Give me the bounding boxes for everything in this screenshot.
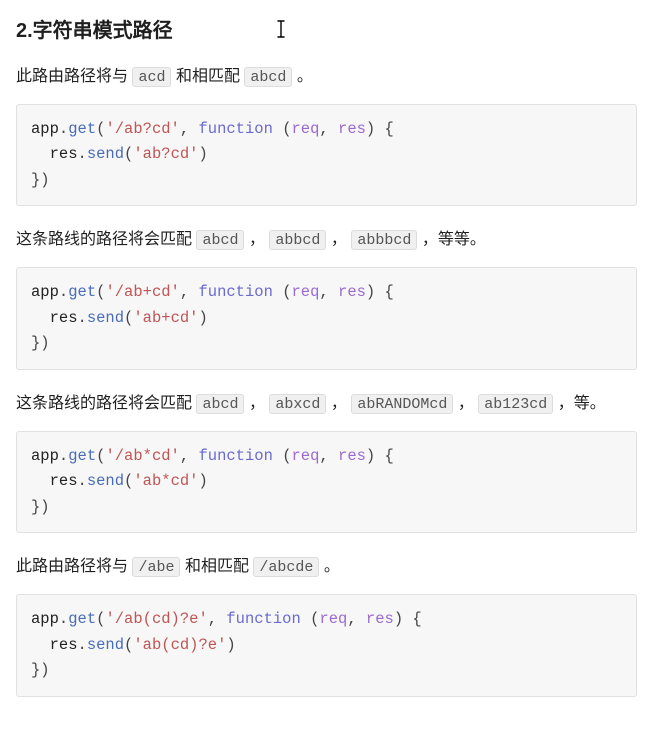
text: 此路由路径将与 bbox=[16, 558, 128, 575]
code-token: send bbox=[87, 309, 124, 327]
code-token: get bbox=[68, 610, 96, 628]
inline-code: abcd bbox=[244, 67, 292, 87]
text: ， bbox=[249, 395, 265, 412]
inline-code: abxcd bbox=[269, 394, 326, 414]
text: 这条路线的路径将会匹配 bbox=[16, 231, 192, 248]
code-token: res bbox=[338, 283, 366, 301]
text: ， bbox=[331, 395, 347, 412]
code-token: app bbox=[31, 283, 59, 301]
text: 和相匹配 bbox=[176, 68, 240, 85]
code-token: send bbox=[87, 636, 124, 654]
text: 。 bbox=[297, 68, 313, 85]
text: ，等等。 bbox=[422, 231, 486, 248]
code-block-ab-plus: app.get('/ab+cd', function (req, res) { … bbox=[16, 267, 637, 370]
code-token: send bbox=[87, 145, 124, 163]
code-token: function bbox=[198, 120, 272, 138]
text: 这条路线的路径将会匹配 bbox=[16, 395, 192, 412]
code-token: function bbox=[198, 447, 272, 465]
code-token: function bbox=[198, 283, 272, 301]
inline-code: /abcde bbox=[253, 557, 319, 577]
text: ， bbox=[458, 395, 474, 412]
code-token: '/ab?cd' bbox=[105, 120, 179, 138]
code-token: req bbox=[292, 447, 320, 465]
code-token: 'ab+cd' bbox=[133, 309, 198, 327]
text: 此路由路径将与 bbox=[16, 68, 128, 85]
prose-ab-qmark: 此路由路径将与 acd 和相匹配 abcd 。 bbox=[16, 65, 637, 90]
inline-code: abRANDOMcd bbox=[351, 394, 453, 414]
code-token: res bbox=[50, 636, 78, 654]
code-token: '/ab*cd' bbox=[105, 447, 179, 465]
inline-code: abcd bbox=[196, 394, 244, 414]
code-token: app bbox=[31, 447, 59, 465]
code-token: get bbox=[68, 120, 96, 138]
text: ， bbox=[249, 231, 265, 248]
code-block-ab-qmark: app.get('/ab?cd', function (req, res) { … bbox=[16, 104, 637, 207]
code-block-ab-star: app.get('/ab*cd', function (req, res) { … bbox=[16, 431, 637, 534]
prose-ab-group-qmark: 此路由路径将与 /abe 和相匹配 /abcde 。 bbox=[16, 555, 637, 580]
text: ，等。 bbox=[558, 395, 606, 412]
code-token: res bbox=[50, 145, 78, 163]
code-token: '/ab+cd' bbox=[105, 283, 179, 301]
code-token: res bbox=[366, 610, 394, 628]
code-token: 'ab*cd' bbox=[133, 472, 198, 490]
code-token: get bbox=[68, 283, 96, 301]
code-token: 'ab(cd)?e' bbox=[133, 636, 226, 654]
code-token: '/ab(cd)?e' bbox=[105, 610, 207, 628]
prose-ab-star: 这条路线的路径将会匹配 abcd ， abxcd ， abRANDOMcd ， … bbox=[16, 392, 637, 417]
text: ， bbox=[331, 231, 347, 248]
inline-code: abbcd bbox=[269, 230, 326, 250]
inline-code: abbbcd bbox=[351, 230, 417, 250]
code-token: send bbox=[87, 472, 124, 490]
inline-code: acd bbox=[132, 67, 171, 87]
section-heading: 2.字符串模式路径 bbox=[16, 16, 637, 47]
code-token: res bbox=[50, 309, 78, 327]
code-token: res bbox=[338, 447, 366, 465]
prose-ab-plus: 这条路线的路径将会匹配 abcd ， abbcd ， abbbcd ，等等。 bbox=[16, 228, 637, 253]
code-token: get bbox=[68, 447, 96, 465]
code-token: req bbox=[319, 610, 347, 628]
text: 和相匹配 bbox=[185, 558, 249, 575]
inline-code: /abe bbox=[132, 557, 180, 577]
code-token: app bbox=[31, 610, 59, 628]
code-token: function bbox=[226, 610, 300, 628]
code-token: 'ab?cd' bbox=[133, 145, 198, 163]
code-token: req bbox=[292, 120, 320, 138]
inline-code: ab123cd bbox=[478, 394, 553, 414]
code-token: res bbox=[338, 120, 366, 138]
code-token: req bbox=[292, 283, 320, 301]
inline-code: abcd bbox=[196, 230, 244, 250]
text: 。 bbox=[324, 558, 340, 575]
code-block-ab-group-qmark: app.get('/ab(cd)?e', function (req, res)… bbox=[16, 594, 637, 697]
code-token: res bbox=[50, 472, 78, 490]
code-token: app bbox=[31, 120, 59, 138]
